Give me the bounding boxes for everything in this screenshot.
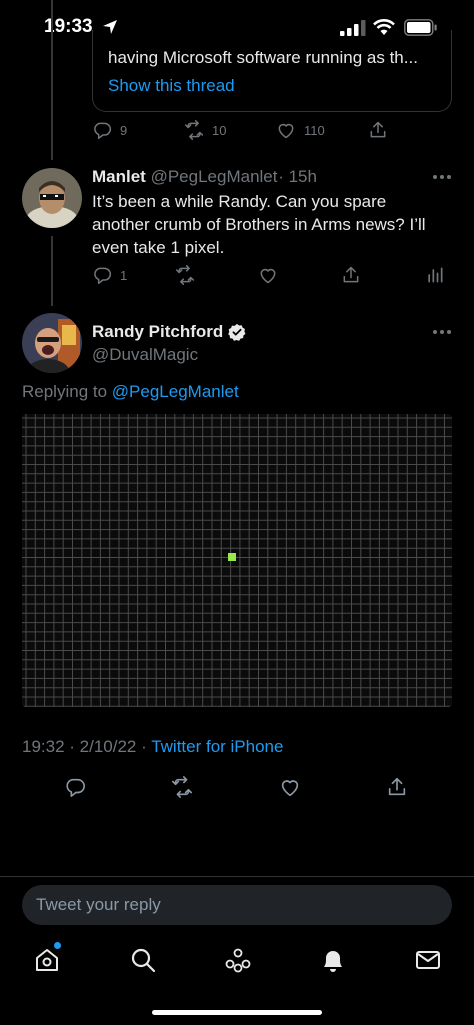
search-icon[interactable] bbox=[129, 946, 157, 974]
highlighted-pixel bbox=[228, 553, 236, 561]
avatar-randy[interactable] bbox=[22, 313, 82, 373]
reply-icon bbox=[94, 122, 112, 140]
reply-icon bbox=[66, 778, 85, 797]
home-icon[interactable] bbox=[33, 946, 61, 974]
quoted-tweet-card[interactable] bbox=[92, 30, 452, 112]
share-icon bbox=[370, 121, 386, 138]
retweet-button[interactable]: 10 bbox=[184, 120, 226, 140]
retweet-icon bbox=[184, 120, 204, 140]
quoted-actions: 9 10 110 bbox=[0, 120, 474, 142]
retweet-icon bbox=[172, 776, 192, 798]
author-name[interactable]: Randy Pitchford bbox=[92, 322, 223, 342]
spaces-icon[interactable] bbox=[224, 946, 252, 974]
author-handle[interactable]: @DuvalMagic bbox=[92, 345, 198, 365]
retweet-icon bbox=[175, 265, 195, 285]
share-icon bbox=[343, 266, 359, 283]
analytics-button[interactable] bbox=[425, 265, 445, 285]
reply-count: 1 bbox=[120, 267, 128, 283]
tweet-age: · 15h bbox=[278, 167, 317, 186]
tweet-meta: 19:32 · 2/10/22 · Twitter for iPhone bbox=[22, 737, 283, 757]
retweet-button[interactable] bbox=[171, 776, 193, 798]
divider bbox=[0, 876, 474, 877]
quoted-tweet-text: having Microsoft software running as th.… bbox=[108, 48, 418, 67]
like-icon bbox=[260, 268, 276, 284]
tweet1-actions: 1 bbox=[0, 265, 474, 287]
avatar-image bbox=[22, 313, 82, 373]
replying-to: Replying to @PegLegManlet bbox=[22, 382, 239, 402]
more-icon[interactable] bbox=[432, 329, 452, 335]
like-button[interactable] bbox=[279, 776, 301, 798]
retweet-button[interactable] bbox=[175, 265, 195, 285]
avatar-manlet[interactable] bbox=[22, 168, 82, 228]
like-icon bbox=[281, 780, 299, 797]
like-button[interactable]: 110 bbox=[276, 120, 325, 140]
author-handle[interactable]: @PegLegManlet bbox=[151, 167, 278, 186]
replying-to-label: Replying to bbox=[22, 382, 108, 401]
grid-lines bbox=[22, 414, 452, 707]
show-thread-link[interactable]: Show this thread bbox=[108, 76, 235, 96]
more-icon[interactable] bbox=[432, 174, 452, 180]
grid-graphic bbox=[22, 414, 452, 707]
reply-button[interactable]: 9 bbox=[92, 120, 127, 140]
avatar-image bbox=[22, 168, 82, 228]
home-indicator bbox=[152, 1010, 322, 1015]
verified-icon bbox=[228, 323, 246, 341]
tweet2-actions bbox=[0, 776, 474, 798]
share-button[interactable] bbox=[386, 776, 408, 798]
replying-to-handle[interactable]: @PegLegManlet bbox=[112, 382, 239, 401]
like-button[interactable] bbox=[258, 265, 278, 285]
tweet1-header: Manlet @PegLegManlet · 15h bbox=[92, 167, 317, 187]
reply-box bbox=[22, 885, 452, 925]
analytics-icon bbox=[428, 267, 443, 283]
tweet1-body: It’s been a while Randy. Can you spare a… bbox=[92, 192, 426, 257]
tweet2-name-row: Randy Pitchford bbox=[92, 322, 246, 342]
like-icon bbox=[278, 123, 294, 139]
pixel-grid-image[interactable] bbox=[22, 414, 452, 707]
home-notification-dot bbox=[54, 942, 61, 949]
share-icon bbox=[388, 777, 406, 796]
author-name[interactable]: Manlet bbox=[92, 167, 146, 186]
reply-input[interactable] bbox=[22, 885, 452, 925]
tweet-source[interactable]: Twitter for iPhone bbox=[151, 737, 283, 756]
reply-button[interactable] bbox=[64, 776, 86, 798]
share-button[interactable] bbox=[368, 120, 388, 140]
messages-icon[interactable] bbox=[414, 946, 442, 974]
reply-button[interactable]: 1 bbox=[92, 265, 127, 285]
retweet-count: 10 bbox=[212, 122, 227, 138]
share-button[interactable] bbox=[341, 265, 361, 285]
like-count: 110 bbox=[304, 122, 325, 138]
notifications-icon[interactable] bbox=[319, 946, 347, 974]
tweet-timestamp[interactable]: 19:32 · 2/10/22 · bbox=[22, 737, 147, 756]
reply-icon bbox=[94, 267, 112, 285]
reply-count: 9 bbox=[120, 122, 128, 138]
